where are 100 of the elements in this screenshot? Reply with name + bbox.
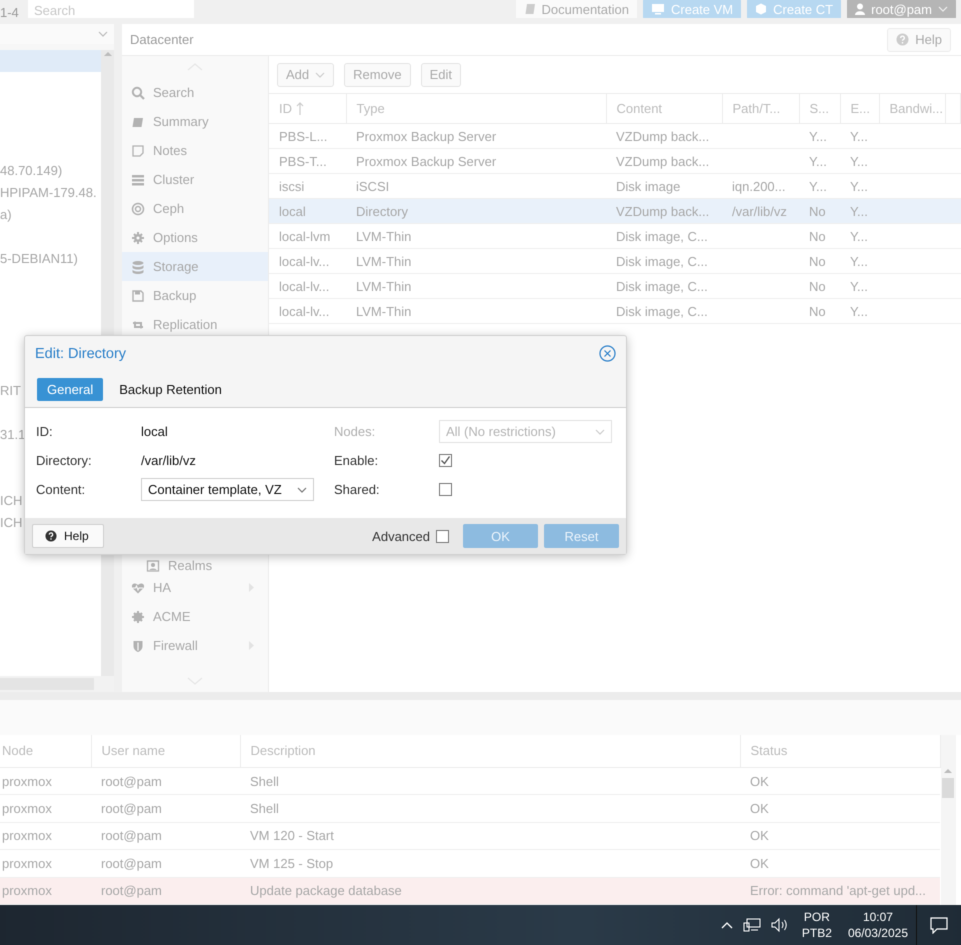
table-cell: OK (750, 800, 769, 816)
column-header[interactable]: Node (0, 735, 91, 768)
field-label: Directory: (36, 453, 93, 468)
column-header[interactable]: S... (799, 94, 840, 124)
documentation-button[interactable]: Documentation (516, 0, 637, 18)
nav-item[interactable]: Realms (122, 542, 268, 573)
scroll-up-icon[interactable] (102, 50, 112, 58)
help-button[interactable]: Help (32, 524, 104, 548)
scroll-up-icon[interactable] (943, 767, 953, 775)
log-row[interactable]: proxmox root@pam VM 125 - Stop OK (0, 850, 940, 878)
table-cell: PBS-T... (279, 154, 327, 168)
table-cell: Disk image, C... (616, 278, 708, 294)
table-row[interactable]: PBS-T... Proxmox Backup Server VZDump back... Y... Y... (269, 148, 960, 174)
table-cell: Shell (250, 774, 279, 789)
nav-item[interactable]: Replication (122, 310, 268, 339)
toolbar-button[interactable]: Edit (420, 62, 461, 86)
column-header[interactable]: User name (91, 735, 240, 768)
log-row[interactable]: proxmox root@pam Shell OK (0, 794, 940, 822)
clock[interactable]: 10:07 06/03/2025 (848, 909, 908, 941)
table-row[interactable]: local-lv... LVM-Thin Disk image, C... No Y... (269, 248, 960, 274)
nav-item[interactable]: Backup (122, 281, 268, 310)
tab[interactable]: General (37, 378, 104, 400)
table-cell: Y... (809, 128, 827, 144)
nav-item[interactable]: HA (122, 573, 268, 602)
table-cell: No (809, 228, 826, 244)
language-indicator[interactable]: POR PTB2 (802, 909, 832, 941)
table-cell: No (809, 304, 826, 318)
table-row[interactable]: local-lv... LVM-Thin Disk image, C... No Y... (269, 298, 960, 324)
nav-item[interactable]: ACME (122, 602, 268, 631)
nav-item[interactable]: Storage (122, 252, 268, 281)
speaker-icon[interactable] (770, 918, 789, 932)
gear-icon (131, 230, 145, 244)
table-cell: Disk image, C... (616, 254, 708, 268)
table-cell: proxmox (2, 856, 52, 871)
field-label: Nodes: (334, 424, 376, 439)
table-row[interactable]: local Directory VZDump back... /var/lib/vz No Y... (269, 198, 960, 224)
column-header[interactable]: Status (740, 735, 940, 768)
nav-item[interactable]: Firewall (122, 631, 268, 660)
log-row[interactable]: proxmox root@pam Shell OK (0, 767, 940, 795)
table-cell: Y... (850, 178, 868, 194)
tree-item[interactable]: a) (0, 204, 101, 226)
table-cell: Shell (250, 800, 279, 816)
create-button[interactable]: Create CT (747, 0, 842, 18)
nav-item[interactable]: Summary (122, 107, 268, 136)
table-cell: local (279, 204, 306, 218)
toolbar-button[interactable]: Add (277, 62, 334, 86)
table-cell: Error: command 'apt-get upd... (750, 883, 926, 898)
table-row[interactable]: PBS-L... Proxmox Backup Server VZDump back... Y... Y... (269, 124, 960, 148)
tab[interactable]: Backup Retention (109, 378, 232, 400)
database-icon (131, 260, 145, 274)
table-cell: OK (750, 856, 769, 871)
checkbox[interactable] (439, 483, 452, 496)
column-header[interactable]: Description (240, 735, 740, 768)
tree-item[interactable] (0, 50, 101, 72)
table-cell: iSCSI (356, 178, 390, 194)
nav-item[interactable]: Cluster (122, 165, 268, 194)
cube-icon (755, 3, 768, 15)
monitor-icon (651, 3, 665, 15)
table-cell: VZDump back... (616, 128, 710, 144)
scrollbar-thumb[interactable] (942, 778, 954, 798)
tree-item[interactable]: HPIPAM-179.48. (0, 182, 101, 204)
table-row[interactable]: local-lv... LVM-Thin Disk image, C... No Y... (269, 274, 960, 298)
toolbar-button[interactable]: Remove (344, 62, 411, 86)
user-menu-button[interactable]: root@pam (847, 0, 956, 18)
nav-item[interactable]: Options (122, 223, 268, 252)
log-row[interactable]: proxmox root@pam VM 120 - Start OK (0, 822, 940, 850)
help-button[interactable]: Help (887, 28, 951, 52)
column-header[interactable]: ID (269, 94, 346, 124)
nav-item[interactable]: Notes (122, 136, 268, 165)
tree-item[interactable]: 48.70.149) (0, 160, 101, 182)
table-cell: root@pam (101, 883, 162, 898)
checkbox[interactable] (436, 530, 449, 542)
table-cell: No (809, 254, 826, 268)
chevron-up-icon[interactable] (720, 921, 733, 929)
column-header[interactable]: Path/T... (722, 94, 799, 124)
table-cell: No (809, 278, 826, 294)
column-header[interactable]: Type (346, 94, 606, 124)
search-icon (131, 86, 145, 100)
table-cell: Y... (850, 304, 868, 318)
tree-item[interactable]: 5-DEBIAN11) (0, 248, 101, 270)
network-icon[interactable] (742, 918, 761, 932)
nav-item[interactable]: Ceph (122, 194, 268, 223)
table-cell: Disk image (616, 178, 680, 194)
close-icon[interactable] (599, 345, 616, 362)
table-cell: PBS-L... (279, 128, 328, 144)
column-header[interactable]: Bandwi... (879, 94, 945, 124)
checkbox[interactable] (439, 454, 452, 467)
table-cell: root@pam (101, 828, 162, 844)
table-row[interactable]: local-lvm LVM-Thin Disk image, C... No Y... (269, 224, 960, 248)
notification-icon[interactable] (930, 916, 948, 934)
sort-icon (296, 102, 304, 115)
column-header[interactable]: E... (840, 94, 879, 124)
table-cell: LVM-Thin (356, 228, 412, 244)
table-cell: LVM-Thin (356, 254, 412, 268)
nav-item[interactable]: Search (122, 78, 268, 107)
table-cell: proxmox (2, 828, 52, 844)
combo-field[interactable]: Container template, VZ (141, 478, 314, 501)
column-header[interactable]: Content (606, 94, 722, 124)
create-button[interactable]: Create VM (643, 0, 742, 18)
ceph-icon (131, 202, 145, 216)
